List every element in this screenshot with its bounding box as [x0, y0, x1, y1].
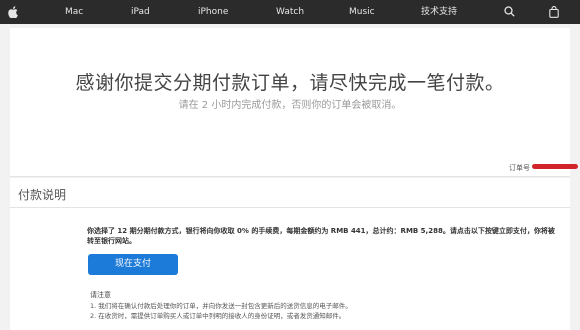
order-number-redacted	[532, 164, 578, 169]
section-title: 付款说明	[18, 188, 67, 202]
payment-instructions-panel: 付款说明 你选择了 12 期分期付款方式，银行将向你收取 0% 的手续费，每期金…	[10, 178, 570, 330]
note-item: 2. 在收货时，需提供订单购买人或订单中列明的接收人的身份证明，或者发货通知邮件…	[90, 312, 346, 320]
installment-summary: 你选择了 12 期分期付款方式，银行将向你收取 0% 的手续费，每期金额约为 R…	[87, 227, 555, 245]
nav-item-support[interactable]: 技术支持	[421, 0, 457, 24]
nav-item-ipad[interactable]: iPad	[131, 0, 150, 24]
pay-now-button[interactable]: 现在支付	[88, 254, 178, 275]
section-divider	[10, 207, 570, 208]
nav-item-iphone[interactable]: iPhone	[198, 0, 228, 24]
global-nav: Mac iPad iPhone Watch Music 技术支持	[0, 0, 580, 24]
order-number-label: 订单号	[509, 164, 530, 172]
confirmation-subline: 请在 2 小时内完成付款，否则你的订单会被取消。	[178, 100, 402, 111]
note-title: 请注意	[90, 291, 111, 299]
nav-item-music[interactable]: Music	[349, 0, 375, 24]
note-item: 1. 我们将在确认付款后处理你的订单，并向你发送一封包含更新后的送货信息的电子邮…	[90, 302, 352, 310]
confirmation-headline: 感谢你提交分期付款订单，请尽快完成一笔付款。	[75, 72, 505, 94]
nav-item-mac[interactable]: Mac	[65, 0, 83, 24]
nav-item-watch[interactable]: Watch	[276, 0, 304, 24]
confirmation-panel: 感谢你提交分期付款订单，请尽快完成一笔付款。 请在 2 小时内完成付款，否则你的…	[10, 28, 578, 177]
